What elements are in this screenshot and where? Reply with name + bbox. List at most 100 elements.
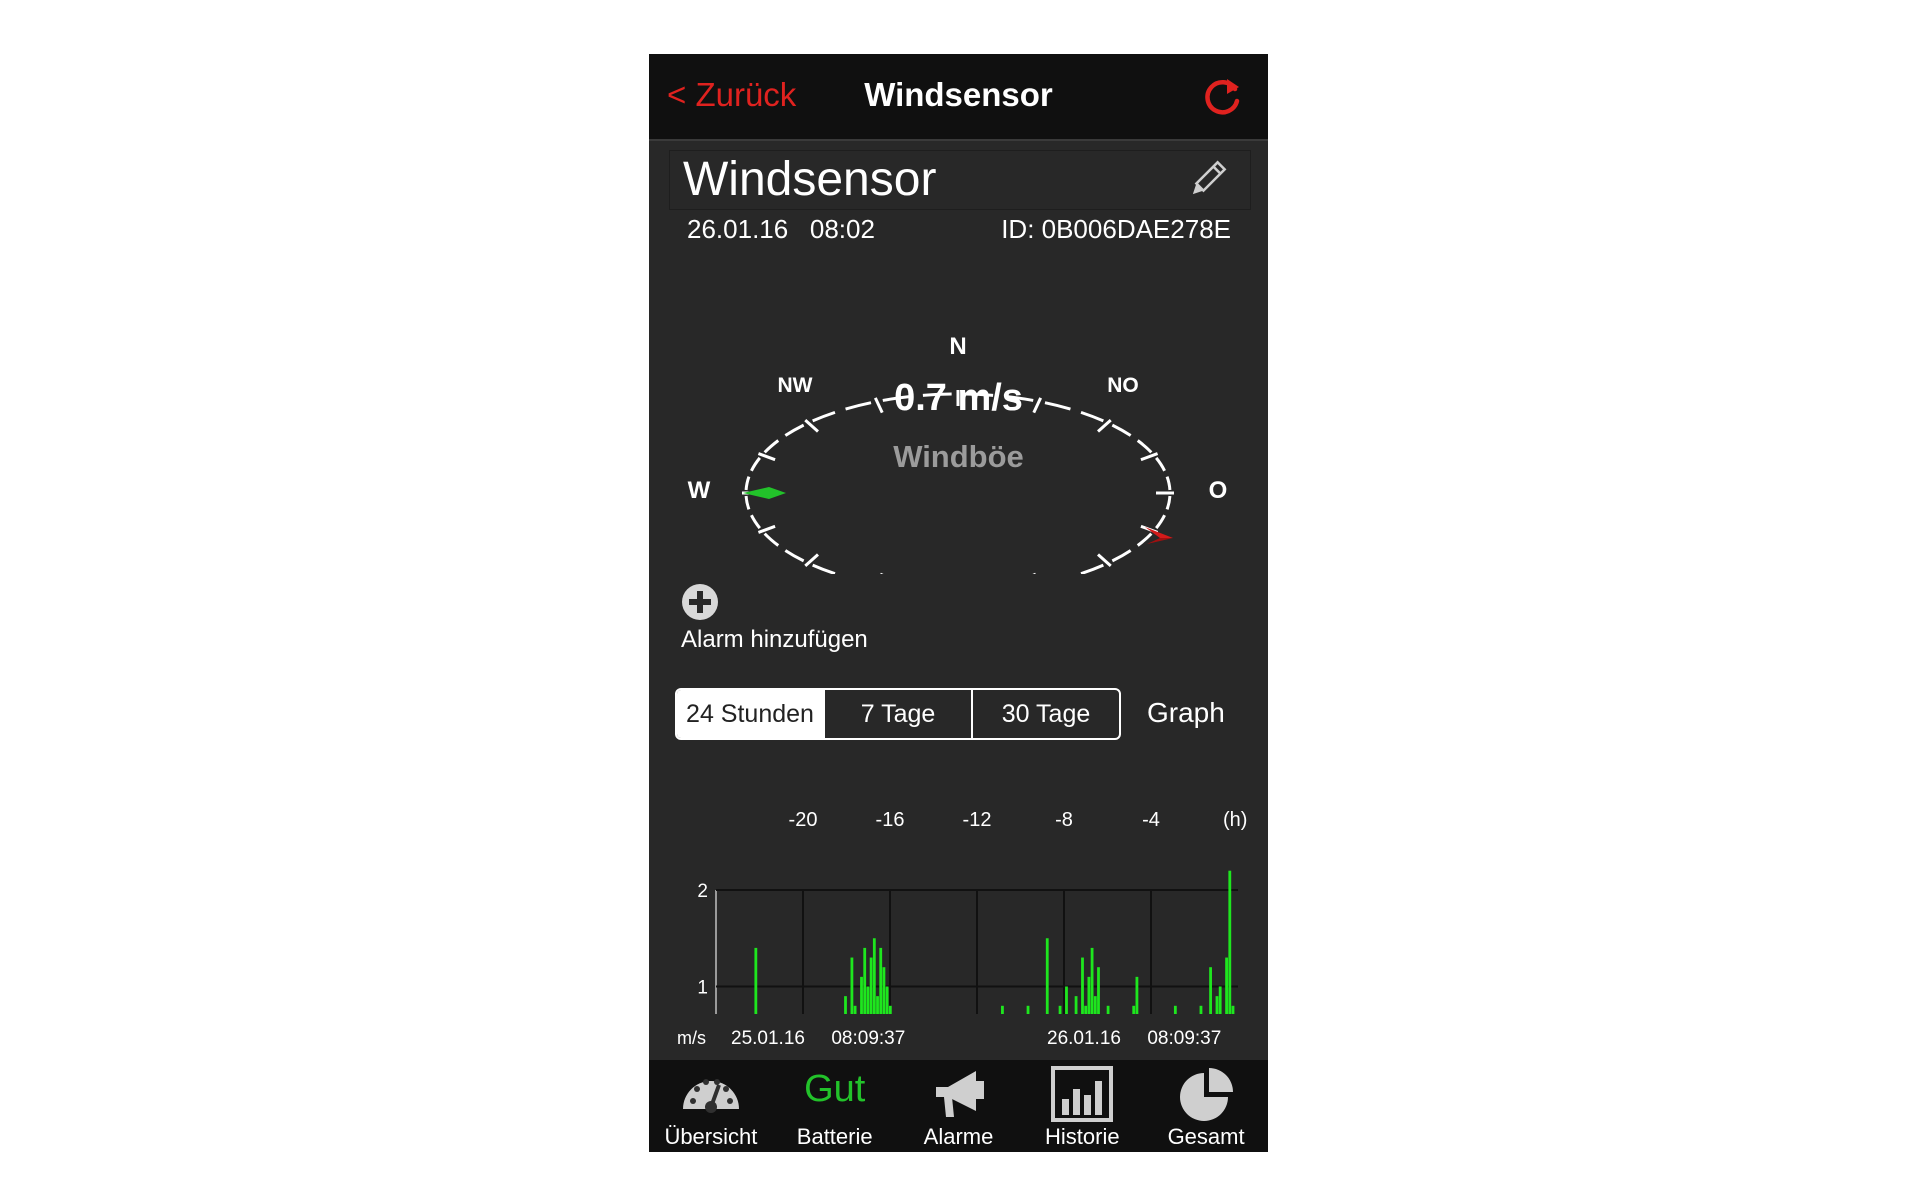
chart-bar	[1074, 996, 1078, 1014]
tab-7-days[interactable]: 7 Tage	[825, 690, 973, 738]
compass-dash	[1111, 423, 1132, 437]
tab-30-days[interactable]: 30 Tage	[973, 690, 1119, 738]
tab-total-label: Gesamt	[1167, 1124, 1245, 1149]
nav-title: Windsensor	[864, 76, 1053, 113]
gust-direction-needle-tail	[1147, 538, 1173, 544]
time-range-selector: 24 Stunden 7 Tage 30 Tage	[675, 688, 1121, 740]
chart-bar	[1228, 870, 1232, 1014]
x-unit-label: (h)	[1223, 809, 1247, 831]
dir-o: O	[1209, 477, 1228, 504]
chart-bar	[1173, 1005, 1177, 1014]
chart-bar	[869, 957, 873, 1014]
y-unit: m/s	[677, 1028, 706, 1048]
bar-chart-icon	[1051, 1066, 1114, 1122]
dir-w: W	[688, 477, 711, 504]
compass-tick	[1097, 553, 1112, 567]
wind-direction-needle	[743, 487, 786, 499]
compass-dash	[744, 476, 751, 491]
x-tick-label: -8	[1055, 809, 1073, 831]
chart-bar	[1087, 976, 1091, 1014]
tab-battery-label: Batterie	[796, 1124, 873, 1149]
chart-bar	[866, 986, 870, 1014]
refresh-icon[interactable]	[1197, 72, 1247, 122]
chart-bar	[879, 947, 883, 1014]
dir-n: N	[949, 333, 966, 360]
compass-dash	[1165, 476, 1172, 491]
wind-compass: N S W O NW NO SW SO	[688, 333, 1228, 574]
timestamp: 26.01.16 08:02	[687, 214, 875, 245]
chart-start-label: 25.01.16 08:09:37	[731, 1028, 906, 1049]
chart-end-label: 26.01.16 08:09:37	[1047, 1028, 1222, 1049]
x-tick-label: -16	[876, 809, 905, 831]
chart-bar	[853, 1005, 857, 1014]
tab-alarms[interactable]: Alarme	[897, 1060, 1021, 1152]
chart-bar	[1090, 947, 1094, 1014]
chart-bar	[844, 996, 847, 1014]
tab-24-hours[interactable]: 24 Stunden	[677, 690, 825, 738]
plus-circle-icon[interactable]	[681, 583, 719, 621]
add-alarm-button[interactable]: Alarm hinzufügen	[681, 626, 868, 654]
wind-history-chart: -20-16-12-8-412 (h) m/s	[697, 809, 1247, 1014]
navigation-bar: < Zurück Windsensor	[649, 54, 1268, 141]
chart-bar	[1001, 1005, 1004, 1014]
compass-dash	[763, 532, 780, 547]
chart-bar	[1106, 1005, 1110, 1014]
y-tick-label: 1	[697, 978, 708, 999]
chart-bar	[1231, 1005, 1235, 1014]
compass-dash	[744, 495, 751, 510]
chart-bar	[1209, 967, 1212, 1014]
pie-chart-icon	[1180, 1068, 1234, 1121]
tab-bar: Übersicht Gut Batterie Alarme Historie G…	[649, 1060, 1268, 1152]
battery-status: Gut	[804, 1068, 866, 1110]
x-tick-label: -12	[963, 809, 992, 831]
chart-bar	[1225, 957, 1228, 1014]
chart-bar	[850, 957, 854, 1014]
y-tick-label: 2	[697, 881, 708, 902]
chart-bar	[754, 947, 758, 1014]
chart-bar	[863, 947, 867, 1014]
compass-dash	[1155, 514, 1166, 530]
wind-speed-value: 0.7 m/s	[894, 377, 1023, 419]
compass-dash	[784, 423, 805, 437]
chart-bar	[1058, 1005, 1062, 1014]
chart-bar	[1135, 976, 1139, 1014]
chart-bar	[860, 976, 863, 1014]
chart-bar	[1215, 996, 1219, 1014]
date: 26.01.16	[687, 214, 789, 244]
x-tick-label: -4	[1142, 809, 1160, 831]
speedometer-icon	[682, 1079, 739, 1113]
compass-dash	[1165, 495, 1172, 510]
tab-overview-label: Übersicht	[664, 1124, 758, 1149]
tab-overview[interactable]: Übersicht	[649, 1060, 773, 1152]
wind-gust-label: Windböe	[893, 439, 1024, 474]
tab-alarms-label: Alarme	[923, 1124, 994, 1149]
chart-bar	[888, 1005, 892, 1014]
chart-bar	[885, 986, 889, 1014]
tab-total[interactable]: Gesamt	[1144, 1060, 1268, 1152]
chart-bar	[1084, 1005, 1088, 1014]
graph-label: Graph	[1147, 697, 1225, 728]
chart-bar	[1026, 1005, 1030, 1014]
chart-bar	[1132, 1005, 1136, 1014]
compass-dash	[1136, 532, 1153, 547]
tab-history-label: Historie	[1045, 1124, 1120, 1149]
chart-bar	[876, 996, 879, 1014]
x-tick-label: -20	[789, 809, 818, 831]
tab-history[interactable]: Historie	[1020, 1060, 1144, 1152]
compass-dash	[1111, 549, 1132, 563]
pencil-icon[interactable]	[1185, 158, 1229, 202]
compass-tick	[1097, 419, 1112, 433]
sensor-name: Windsensor	[683, 153, 937, 206]
chart-bar	[1081, 957, 1084, 1014]
chart-bar	[1045, 938, 1049, 1014]
chart-bar	[882, 967, 886, 1014]
tab-battery[interactable]: Gut Batterie	[773, 1060, 897, 1152]
chart-bar	[1097, 967, 1100, 1014]
compass-tick	[1032, 572, 1036, 574]
chart-bar	[1199, 1005, 1203, 1014]
compass-dash	[812, 563, 836, 574]
compass-tick	[804, 419, 819, 433]
sensor-id: ID: 0B006DAE278E	[1001, 214, 1231, 244]
chart-bar	[872, 938, 876, 1014]
compass-dash	[784, 549, 805, 563]
